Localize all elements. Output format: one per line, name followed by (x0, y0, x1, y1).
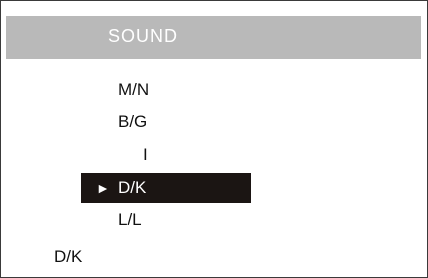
option-label: I (143, 145, 148, 164)
current-sound-value: D/K (54, 247, 83, 266)
option-label: L/L (118, 210, 142, 229)
option-label: B/G (118, 112, 148, 131)
option-label: M/N (118, 80, 150, 99)
sound-option-b-g[interactable]: B/G (118, 111, 147, 133)
sound-option-i[interactable]: I (143, 144, 148, 166)
sound-option-d-k-selected[interactable]: ► D/K (81, 173, 251, 203)
menu-header: SOUND (6, 16, 421, 59)
selection-arrow-icon: ► (96, 180, 110, 196)
sound-option-l-l[interactable]: L/L (118, 209, 142, 231)
sound-menu-panel: SOUND M/N B/G I ► D/K L/L D/K (0, 0, 428, 278)
option-label: D/K (118, 178, 147, 197)
menu-title: SOUND (108, 26, 179, 46)
sound-option-m-n[interactable]: M/N (118, 79, 149, 101)
